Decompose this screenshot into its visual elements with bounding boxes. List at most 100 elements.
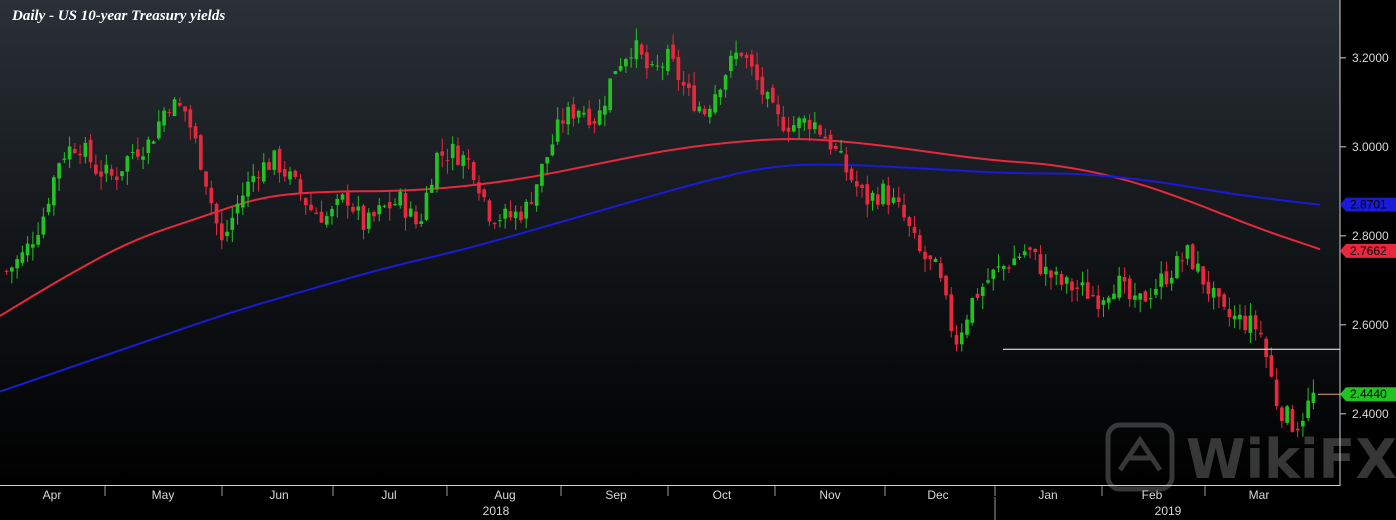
candle-body [398, 191, 403, 206]
candle-body [67, 146, 72, 160]
candle-body [996, 266, 1001, 268]
candle-body [1232, 315, 1237, 320]
candle-body [445, 160, 450, 162]
candle-body [1285, 406, 1289, 423]
candle-body [1038, 254, 1043, 275]
candle-body [1017, 256, 1022, 258]
candle-body [933, 258, 938, 262]
candle-body [282, 169, 287, 177]
candle-body [833, 145, 838, 149]
candle-body [666, 48, 670, 72]
candle-body [886, 185, 891, 205]
candle-body [671, 44, 675, 59]
y-tick-label: 2.6000 [1352, 318, 1389, 332]
candle-body [928, 255, 933, 260]
candle-body [828, 134, 833, 150]
candle-body [608, 78, 612, 111]
candle-body [770, 87, 775, 103]
candle-body [896, 197, 901, 203]
candle-body [865, 184, 870, 205]
y-tick-label: 2.8000 [1352, 229, 1389, 243]
candle-body [776, 104, 780, 115]
candle-body [1133, 295, 1137, 300]
candle-body [613, 71, 618, 75]
candle-body [561, 120, 565, 124]
candle-body [545, 157, 550, 164]
candle-body [20, 252, 25, 263]
candle-body [1264, 338, 1268, 358]
candle-body [1185, 245, 1190, 259]
chart-container: WikiFX 3.2000 3.0000 2.8000 2.6000 2.4000 Ap… [0, 0, 1396, 520]
candle-body [1196, 263, 1200, 272]
candle-body [1243, 315, 1247, 331]
candle-body [83, 142, 88, 157]
candle-body [209, 187, 214, 204]
candle-body [261, 162, 266, 182]
candle-body [251, 175, 256, 183]
x-year-label: 2019 [1155, 504, 1182, 518]
candle-body [949, 294, 954, 331]
candle-body [1033, 248, 1038, 253]
candle-body [319, 211, 324, 223]
candle-body [823, 136, 828, 139]
candle-body [387, 201, 392, 209]
candle-body [1217, 288, 1221, 297]
candle-body [629, 57, 633, 59]
candle-body [1164, 271, 1169, 285]
candle-body [912, 226, 917, 233]
candle-body [162, 110, 166, 126]
candle-body [555, 119, 560, 142]
candle-body [15, 258, 19, 269]
candle-body [1043, 266, 1048, 275]
candle-body [503, 208, 508, 219]
candle-body [219, 223, 224, 241]
candle-body [1259, 332, 1263, 335]
candle-body [372, 211, 376, 217]
candle-body [618, 66, 623, 71]
candle-body [603, 105, 607, 115]
candle-body [534, 184, 539, 206]
candle-body [965, 319, 969, 335]
x-year-label: 2018 [483, 504, 510, 518]
candle-body [986, 280, 990, 283]
candle-body [4, 270, 9, 272]
candle-body [571, 104, 576, 119]
candle-body [891, 197, 896, 203]
candle-body [587, 108, 591, 126]
candle-body [246, 181, 250, 197]
x-month-label: Oct [713, 488, 732, 502]
candle-body [57, 163, 61, 179]
candle-body [970, 297, 975, 323]
x-month-label: Jan [1038, 488, 1057, 502]
candle-body [146, 139, 151, 154]
candle-body [529, 202, 534, 204]
candle-body [1101, 300, 1106, 305]
candle-body [1007, 267, 1011, 269]
x-month-label: Nov [819, 488, 840, 502]
candle-body [844, 154, 849, 173]
x-month-label: Dec [927, 488, 948, 502]
candle-body [917, 235, 922, 252]
candle-body [1080, 282, 1085, 286]
candle-body [156, 121, 161, 139]
candle-body [508, 210, 513, 218]
candle-body [403, 193, 408, 218]
candle-body [88, 139, 93, 163]
candle-body [240, 195, 245, 208]
candle-body [73, 148, 77, 154]
candle-body [1143, 291, 1148, 302]
candle-body [1106, 297, 1111, 303]
candle-body [408, 208, 413, 217]
candle-body [345, 192, 350, 206]
candle-body [723, 75, 728, 90]
candle-body [744, 54, 749, 58]
candle-body [1211, 287, 1216, 298]
candle-body [1169, 277, 1174, 284]
candle-body [450, 143, 455, 159]
candle-body [786, 127, 791, 132]
candle-body [198, 135, 203, 170]
candle-body [1028, 247, 1032, 250]
candle-body [923, 251, 927, 260]
candle-body [692, 85, 696, 111]
candle-body [125, 156, 130, 172]
